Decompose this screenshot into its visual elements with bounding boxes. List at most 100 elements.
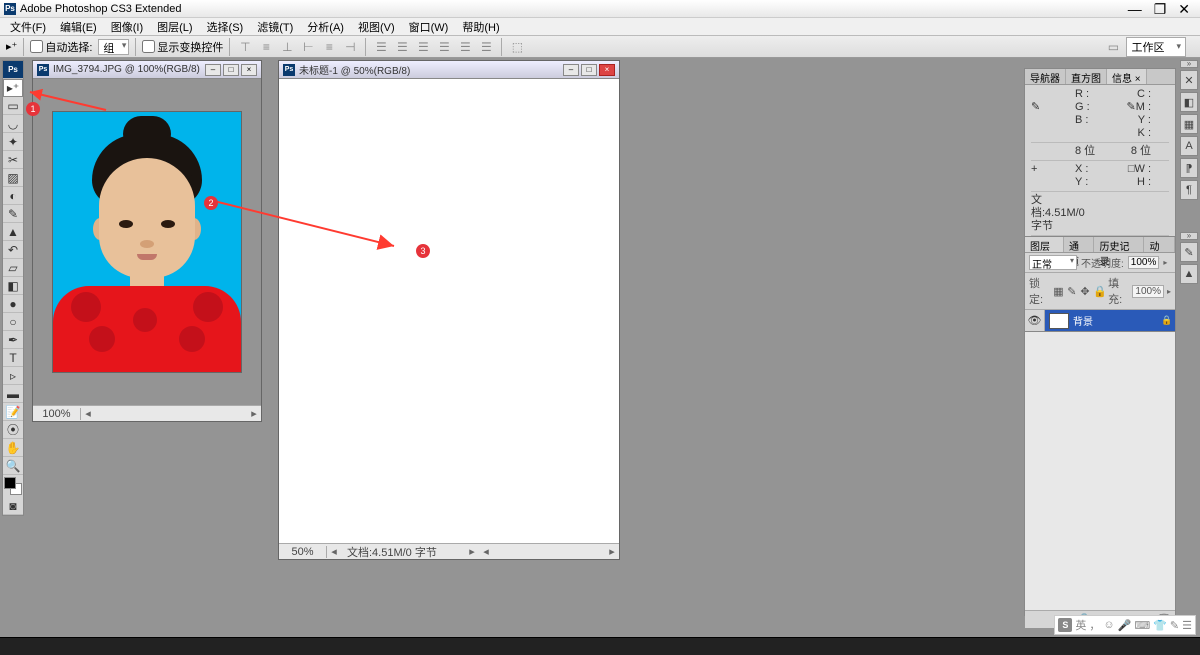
crop-tool[interactable]: ✂: [3, 151, 23, 169]
color-swatch[interactable]: [4, 477, 22, 495]
blend-mode-select[interactable]: 正常: [1029, 255, 1077, 270]
doc1-min-button[interactable]: –: [205, 64, 221, 76]
auto-select-check[interactable]: 自动选择:: [30, 39, 92, 55]
doc2-titlebar[interactable]: Ps 未标题-1 @ 50%(RGB/8) – □ ×: [279, 61, 619, 79]
ime-menu-icon[interactable]: ☰: [1182, 619, 1192, 632]
workspace-dropdown[interactable]: 工作区: [1126, 37, 1186, 57]
menu-view[interactable]: 视图(V): [352, 18, 401, 36]
doc1-close-button[interactable]: ×: [241, 64, 257, 76]
move-tool[interactable]: ▸⁺: [3, 79, 23, 97]
ime-keyboard-icon[interactable]: ⌨: [1134, 619, 1150, 632]
hand-tool[interactable]: ✋: [3, 439, 23, 457]
pen-tool[interactable]: ✒: [3, 331, 23, 349]
tab-info[interactable]: 信息 ×: [1107, 69, 1147, 84]
foreground-color[interactable]: [4, 477, 16, 489]
taskbar[interactable]: [0, 637, 1200, 655]
ime-mic-icon[interactable]: 🎤: [1118, 619, 1132, 632]
blur-tool[interactable]: ●: [3, 295, 23, 313]
slice-tool[interactable]: ▨: [3, 169, 23, 187]
close-button[interactable]: ✕: [1178, 2, 1190, 16]
tab-navigator[interactable]: 导航器: [1025, 69, 1066, 84]
dist-bottom-icon[interactable]: ☰: [414, 39, 432, 55]
menu-filter[interactable]: 滤镜(T): [251, 18, 299, 36]
ime-lang[interactable]: 英: [1075, 617, 1086, 633]
brush-tool[interactable]: ✎: [3, 205, 23, 223]
minimize-button[interactable]: —: [1128, 2, 1142, 16]
wand-tool[interactable]: ✦: [3, 133, 23, 151]
zoom-tool[interactable]: 🔍: [3, 457, 23, 475]
doc1-max-button[interactable]: □: [223, 64, 239, 76]
lock-all-icon[interactable]: 🔒: [1093, 285, 1105, 298]
layer-visibility-icon[interactable]: 👁: [1025, 310, 1045, 331]
align-bottom-icon[interactable]: ⊥: [278, 39, 296, 55]
align-right-icon[interactable]: ⊣: [341, 39, 359, 55]
dist-left-icon[interactable]: ☰: [435, 39, 453, 55]
eyedropper-tool[interactable]: ⦿: [3, 421, 23, 439]
doc1-scroll-left[interactable]: ◂: [81, 407, 95, 420]
tab-layers[interactable]: 图层 ×: [1025, 237, 1064, 252]
doc1-canvas[interactable]: [33, 79, 261, 405]
lock-trans-icon[interactable]: ▦: [1053, 285, 1063, 298]
stamp-tool[interactable]: ▲: [3, 223, 23, 241]
dist-top-icon[interactable]: ☰: [372, 39, 390, 55]
dist-vcenter-icon[interactable]: ☰: [393, 39, 411, 55]
doc1-scroll-right[interactable]: ▸: [247, 407, 261, 420]
ime-punct-icon[interactable]: ，: [1089, 617, 1100, 633]
path-tool[interactable]: ▹: [3, 367, 23, 385]
menu-image[interactable]: 图像(I): [105, 18, 149, 36]
lock-paint-icon[interactable]: ✎: [1067, 285, 1077, 298]
doc2-zoom[interactable]: 50%: [279, 546, 327, 558]
doc2-min-button[interactable]: –: [563, 64, 579, 76]
menu-edit[interactable]: 编辑(E): [54, 18, 103, 36]
show-transform-check[interactable]: 显示变换控件: [142, 39, 223, 55]
gradient-tool[interactable]: ◧: [3, 277, 23, 295]
ime-bar[interactable]: S 英 ， ☺ 🎤 ⌨ 👕 ✎ ☰: [1054, 615, 1196, 635]
dist-right-icon[interactable]: ☰: [477, 39, 495, 55]
ime-emoji-icon[interactable]: ☺: [1103, 619, 1114, 631]
tab-actions[interactable]: 动作: [1144, 237, 1175, 252]
align-hcenter-icon[interactable]: ≡: [320, 39, 338, 55]
doc2-scroll-left2[interactable]: ◂: [479, 545, 493, 558]
screen-mode-icon[interactable]: ▭: [1104, 39, 1122, 55]
dodge-tool[interactable]: ○: [3, 313, 23, 331]
tab-history[interactable]: 历史记录: [1094, 237, 1144, 252]
menu-window[interactable]: 窗口(W): [403, 18, 455, 36]
tab-channels[interactable]: 通道: [1064, 237, 1095, 252]
align-vcenter-icon[interactable]: ≡: [257, 39, 275, 55]
show-transform-checkbox[interactable]: [142, 40, 155, 53]
dock-para-icon[interactable]: ¶: [1180, 180, 1198, 200]
layer-background[interactable]: 👁 背景 🔒: [1025, 310, 1175, 332]
menu-help[interactable]: 帮助(H): [456, 18, 505, 36]
notes-tool[interactable]: 📝: [3, 403, 23, 421]
dist-hcenter-icon[interactable]: ☰: [456, 39, 474, 55]
dock-color-icon[interactable]: ◧: [1180, 92, 1198, 112]
menu-layer[interactable]: 图层(L): [151, 18, 198, 36]
tab-histogram[interactable]: 直方图: [1066, 69, 1107, 84]
menu-select[interactable]: 选择(S): [201, 18, 250, 36]
auto-select-mode[interactable]: 组: [98, 39, 129, 55]
eraser-tool[interactable]: ▱: [3, 259, 23, 277]
dock-expand-top[interactable]: »: [1180, 60, 1198, 68]
doc2-canvas[interactable]: [279, 79, 619, 543]
dock-close-icon[interactable]: ✕: [1180, 70, 1198, 90]
type-tool[interactable]: T: [3, 349, 23, 367]
dock-char-icon[interactable]: ⁋: [1180, 158, 1198, 178]
ime-skin-icon[interactable]: 👕: [1153, 619, 1167, 632]
align-top-icon[interactable]: ⊤: [236, 39, 254, 55]
lock-move-icon[interactable]: ✥: [1080, 285, 1090, 298]
fill-value[interactable]: 100%: [1132, 285, 1164, 298]
dock-expand-bottom[interactable]: »: [1180, 232, 1198, 240]
doc2-max-button[interactable]: □: [581, 64, 597, 76]
doc1-zoom[interactable]: 100%: [33, 408, 81, 420]
marquee-tool[interactable]: ▭: [3, 97, 23, 115]
history-brush-tool[interactable]: ↶: [3, 241, 23, 259]
doc2-close-button[interactable]: ×: [599, 64, 615, 76]
auto-select-checkbox[interactable]: [30, 40, 43, 53]
dock-brush-icon[interactable]: ✎: [1180, 242, 1198, 262]
doc2-scroll-play[interactable]: ▸: [465, 545, 479, 558]
lasso-tool[interactable]: ◡: [3, 115, 23, 133]
menu-analysis[interactable]: 分析(A): [301, 18, 350, 36]
menu-file[interactable]: 文件(F): [4, 18, 52, 36]
quickmask-tool[interactable]: ◙: [3, 497, 23, 515]
shape-tool[interactable]: ▬: [3, 385, 23, 403]
